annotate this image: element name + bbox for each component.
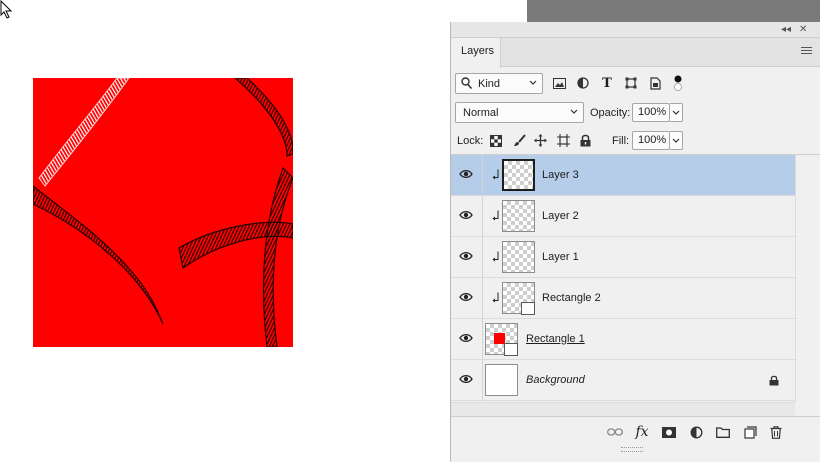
eye-visibility-icon[interactable] bbox=[459, 251, 473, 261]
link-layers-icon[interactable] bbox=[606, 423, 624, 441]
lock-artboard-icon[interactable] bbox=[555, 132, 571, 149]
chevron-down-icon bbox=[529, 80, 537, 85]
layer-name[interactable]: Layer 2 bbox=[542, 210, 579, 223]
close-panel-button[interactable]: ✕ bbox=[799, 24, 807, 36]
layer-thumbnail[interactable] bbox=[485, 364, 518, 396]
delete-layer-icon[interactable] bbox=[767, 423, 785, 441]
layer-style-icon[interactable]: fx bbox=[633, 423, 651, 441]
opacity-label: Opacity: bbox=[590, 107, 631, 119]
layers-list: Layer 3 Layer 2 Layer 1 Rectangle 2 Rect… bbox=[451, 155, 795, 402]
divider bbox=[482, 360, 483, 401]
divider bbox=[482, 155, 483, 196]
divider bbox=[482, 319, 483, 360]
chevron-down-icon bbox=[672, 110, 680, 115]
layers-panel: ◂◂ ✕ Layers Kind T Normal Opacity: 100% … bbox=[450, 22, 820, 462]
lock-position-icon[interactable] bbox=[532, 132, 548, 149]
add-mask-icon[interactable] bbox=[660, 423, 678, 441]
clipping-mask-arrow-icon bbox=[492, 251, 499, 262]
divider bbox=[482, 278, 483, 319]
panel-tab-row: Layers bbox=[451, 38, 820, 68]
lock-row: Lock: Fill: 100% bbox=[451, 127, 820, 155]
layers-bottom-bar: fx bbox=[451, 416, 820, 446]
new-layer-icon[interactable] bbox=[741, 423, 759, 441]
shape-layer-badge-icon bbox=[521, 302, 535, 315]
blend-mode-select[interactable]: Normal bbox=[455, 102, 584, 123]
pixel-filter-icon[interactable] bbox=[551, 74, 567, 92]
divider bbox=[482, 196, 483, 237]
layer-row[interactable]: Rectangle 1 bbox=[451, 319, 795, 360]
lock-transparent-pixels-icon[interactable] bbox=[488, 132, 504, 149]
layer-thumbnail[interactable] bbox=[502, 200, 535, 232]
layer-row[interactable]: Layer 1 bbox=[451, 237, 795, 278]
layer-row[interactable]: Background bbox=[451, 360, 795, 401]
divider bbox=[482, 237, 483, 278]
filter-kind-value: Kind bbox=[478, 78, 501, 90]
collapse-panel-button[interactable]: ◂◂ bbox=[781, 24, 791, 36]
eye-visibility-icon[interactable] bbox=[459, 210, 473, 220]
fill-dropdown-button[interactable] bbox=[670, 131, 683, 150]
layer-thumbnail[interactable] bbox=[485, 323, 518, 356]
lock-image-pixels-icon[interactable] bbox=[511, 132, 527, 149]
filter-toggle-icon[interactable] bbox=[674, 73, 682, 93]
layers-list-empty-area bbox=[451, 402, 795, 416]
smart-object-filter-icon[interactable] bbox=[647, 74, 663, 92]
opacity-dropdown-button[interactable] bbox=[670, 103, 683, 122]
fill-label: Fill: bbox=[612, 135, 630, 147]
clipping-mask-arrow-icon bbox=[492, 210, 499, 221]
blend-mode-value: Normal bbox=[463, 107, 499, 119]
eye-visibility-icon[interactable] bbox=[459, 169, 473, 179]
search-icon bbox=[461, 77, 472, 90]
tab-layers[interactable]: Layers bbox=[451, 38, 501, 68]
chevron-down-icon bbox=[570, 109, 578, 114]
layer-name[interactable]: Layer 1 bbox=[542, 251, 579, 264]
adjustment-filter-icon[interactable] bbox=[575, 74, 591, 92]
chevron-down-icon bbox=[672, 138, 680, 143]
layer-name[interactable]: Rectangle 1 bbox=[526, 333, 585, 346]
eye-visibility-icon[interactable] bbox=[459, 333, 473, 343]
layer-row[interactable]: Rectangle 2 bbox=[451, 278, 795, 319]
eye-visibility-icon[interactable] bbox=[459, 292, 473, 302]
filter-kind-select[interactable]: Kind bbox=[455, 73, 543, 94]
clipping-mask-arrow-icon bbox=[492, 292, 499, 303]
panel-menu-icon[interactable] bbox=[801, 47, 812, 56]
type-filter-icon[interactable]: T bbox=[599, 74, 615, 92]
opacity-input[interactable]: 100% bbox=[632, 103, 670, 122]
fill-input[interactable]: 100% bbox=[632, 131, 670, 150]
layer-row[interactable]: Layer 2 bbox=[451, 196, 795, 237]
new-group-icon[interactable] bbox=[714, 423, 732, 441]
layer-name[interactable]: Layer 3 bbox=[542, 169, 579, 182]
shape-filter-icon[interactable] bbox=[623, 74, 639, 92]
panel-title-bar[interactable]: ◂◂ ✕ bbox=[451, 22, 820, 38]
document-canvas-area[interactable] bbox=[0, 0, 527, 462]
mouse-cursor-icon bbox=[0, 0, 13, 19]
clipping-mask-arrow-icon bbox=[492, 169, 499, 180]
layers-scrollbar[interactable] bbox=[795, 155, 820, 402]
layer-name[interactable]: Rectangle 2 bbox=[542, 292, 601, 305]
blend-mode-row: Normal Opacity: 100% bbox=[451, 99, 820, 127]
layer-thumbnail[interactable] bbox=[502, 159, 535, 191]
layer-name[interactable]: Background bbox=[526, 374, 585, 387]
panel-resize-grip[interactable] bbox=[621, 447, 643, 452]
adjustment-layer-icon[interactable] bbox=[687, 423, 705, 441]
layer-filter-row: Kind T bbox=[451, 67, 820, 99]
layer-thumbnail[interactable] bbox=[502, 282, 535, 315]
eye-visibility-icon[interactable] bbox=[459, 374, 473, 384]
shape-layer-badge-icon bbox=[504, 343, 518, 356]
lock-label: Lock: bbox=[457, 135, 484, 147]
layer-thumbnail[interactable] bbox=[502, 241, 535, 273]
lock-icon[interactable] bbox=[769, 375, 779, 386]
lock-all-icon[interactable] bbox=[577, 132, 593, 149]
layer-row[interactable]: Layer 3 bbox=[451, 155, 795, 196]
artboard-image[interactable] bbox=[33, 78, 293, 347]
